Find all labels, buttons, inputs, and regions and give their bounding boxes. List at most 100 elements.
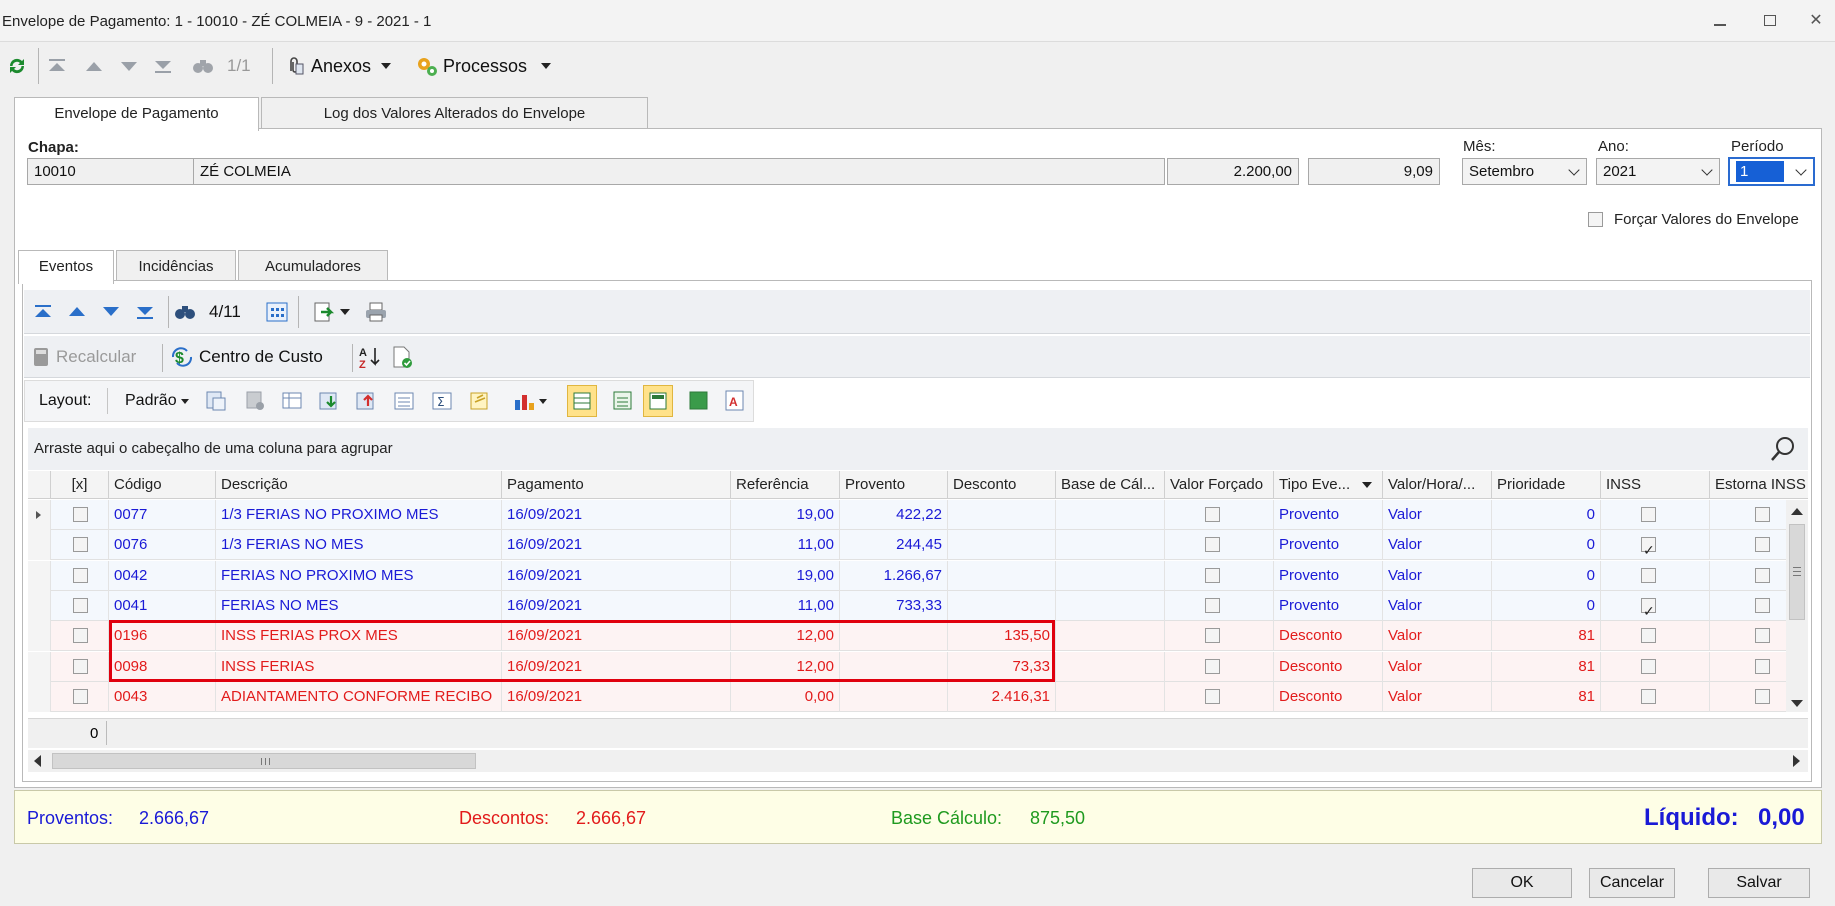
- cell-referencia[interactable]: 12,00: [730, 652, 839, 682]
- column-header-referencia[interactable]: Referência: [730, 471, 839, 499]
- cell-pagamento[interactable]: 16/09/2021: [501, 621, 730, 651]
- inss-checkbox[interactable]: [1641, 659, 1656, 674]
- cell-referencia[interactable]: 19,00: [730, 561, 839, 591]
- scroll-left-icon[interactable]: [34, 755, 41, 767]
- cell-inss[interactable]: [1600, 621, 1709, 651]
- cell-prioridade[interactable]: 0: [1491, 591, 1600, 621]
- cell-tipo[interactable]: Desconto: [1273, 682, 1382, 712]
- cell-forcado[interactable]: [1164, 591, 1273, 621]
- estorna-checkbox[interactable]: [1755, 507, 1770, 522]
- column-header-pagamento[interactable]: Pagamento: [501, 471, 730, 499]
- mes-select[interactable]: Setembro: [1462, 158, 1587, 185]
- estorna-checkbox[interactable]: [1755, 568, 1770, 583]
- inss-checkbox[interactable]: [1641, 596, 1656, 621]
- cell-valor_hora[interactable]: Valor: [1382, 682, 1491, 712]
- layout-select[interactable]: Padrão: [125, 381, 189, 421]
- column-header-desconto[interactable]: Desconto: [947, 471, 1055, 499]
- tab-acumuladores[interactable]: Acumuladores: [238, 250, 388, 283]
- layout-columns-button[interactable]: [281, 381, 303, 421]
- document-check-button[interactable]: [390, 336, 414, 377]
- layout-delete-button[interactable]: [244, 381, 266, 421]
- cell-inss[interactable]: [1600, 530, 1709, 560]
- cell-referencia[interactable]: 19,00: [730, 500, 839, 530]
- cell-valor_hora[interactable]: Valor: [1382, 530, 1491, 560]
- cell-forcado[interactable]: [1164, 652, 1273, 682]
- column-header-select[interactable]: [x]: [50, 471, 108, 499]
- cell-base[interactable]: [1055, 682, 1164, 712]
- cell-valor_hora[interactable]: Valor: [1382, 561, 1491, 591]
- cell-inss[interactable]: [1600, 652, 1709, 682]
- restore-button[interactable]: [1756, 10, 1784, 32]
- cell-provento[interactable]: 1.266,67: [839, 561, 947, 591]
- cell-pagamento[interactable]: 16/09/2021: [501, 530, 730, 560]
- cell-descricao[interactable]: ADIANTAMENTO CONFORME RECIBO: [215, 682, 501, 712]
- column-header-estorna-inss[interactable]: Estorna INSS: [1709, 471, 1808, 499]
- row-select-checkbox[interactable]: [73, 598, 88, 613]
- cell-prioridade[interactable]: 81: [1491, 652, 1600, 682]
- cell-forcado[interactable]: [1164, 621, 1273, 651]
- cell-prioridade[interactable]: 0: [1491, 500, 1600, 530]
- cell-codigo[interactable]: 0042: [108, 561, 215, 591]
- cell-codigo[interactable]: 0076: [108, 530, 215, 560]
- view-list-toggle[interactable]: [613, 381, 633, 421]
- export-button[interactable]: [312, 290, 350, 333]
- row-select-checkbox[interactable]: [73, 507, 88, 522]
- column-header-base-calculo[interactable]: Base de Cál...: [1055, 471, 1164, 499]
- row-select-checkbox[interactable]: [73, 659, 88, 674]
- cell-desconto[interactable]: 73,33: [947, 652, 1055, 682]
- cell-forcado[interactable]: [1164, 530, 1273, 560]
- refresh-button[interactable]: [6, 44, 28, 88]
- cell-prioridade[interactable]: 0: [1491, 561, 1600, 591]
- cell-codigo[interactable]: 0077: [108, 500, 215, 530]
- forcado-checkbox[interactable]: [1205, 537, 1220, 552]
- estorna-checkbox[interactable]: [1755, 659, 1770, 674]
- ano-select[interactable]: 2021: [1596, 158, 1720, 185]
- view-grid-toggle[interactable]: [567, 381, 597, 421]
- previous-record-button[interactable]: [86, 44, 102, 88]
- cell-desconto[interactable]: 2.416,31: [947, 682, 1055, 712]
- periodo-select[interactable]: 1: [1728, 157, 1815, 186]
- previous-event-button[interactable]: [69, 290, 85, 333]
- centro-custo-button[interactable]: $ Centro de Custo: [170, 336, 323, 377]
- layout-save-button[interactable]: [205, 381, 227, 421]
- column-header-valor-forcado[interactable]: Valor Forçado: [1164, 471, 1273, 499]
- salario-field[interactable]: 2.200,00: [1167, 158, 1299, 185]
- tab-incidencias[interactable]: Incidências: [116, 250, 236, 283]
- table-row[interactable]: 0076 1/3 FERIAS NO MES 16/09/2021 11,00 244,…: [28, 530, 1788, 560]
- cell-valor_hora[interactable]: Valor: [1382, 652, 1491, 682]
- row-select-checkbox-cell[interactable]: [50, 621, 108, 651]
- forcar-valores-checkbox[interactable]: [1588, 212, 1603, 227]
- estorna-checkbox[interactable]: [1755, 598, 1770, 613]
- cell-base[interactable]: [1055, 652, 1164, 682]
- column-header-codigo[interactable]: Código: [108, 471, 215, 499]
- table-row[interactable]: 0043 ADIANTAMENTO CONFORME RECIBO 16/09/20…: [28, 682, 1788, 712]
- row-select-checkbox[interactable]: [73, 568, 88, 583]
- cell-tipo[interactable]: Desconto: [1273, 621, 1382, 651]
- column-header-valor-hora[interactable]: Valor/Hora/...: [1382, 471, 1491, 499]
- row-select-checkbox[interactable]: [73, 689, 88, 704]
- cell-tipo[interactable]: Provento: [1273, 530, 1382, 560]
- estorna-checkbox[interactable]: [1755, 628, 1770, 643]
- last-record-button[interactable]: [154, 44, 172, 88]
- last-event-button[interactable]: [136, 290, 154, 333]
- cell-provento[interactable]: [839, 682, 947, 712]
- cell-pagamento[interactable]: 16/09/2021: [501, 682, 730, 712]
- table-row[interactable]: 0077 1/3 FERIAS NO PROXIMO MES 16/09/2021 1…: [28, 500, 1788, 530]
- view-detail-toggle[interactable]: [689, 381, 709, 421]
- table-row[interactable]: 0098 INSS FERIAS 16/09/2021 12,00 73,33 Desco…: [28, 652, 1788, 682]
- cell-descricao[interactable]: INSS FERIAS PROX MES: [215, 621, 501, 651]
- cell-provento[interactable]: 244,45: [839, 530, 947, 560]
- processos-menu[interactable]: Processos: [415, 44, 552, 88]
- summary-button[interactable]: Σ: [431, 381, 453, 421]
- first-record-button[interactable]: [48, 44, 66, 88]
- grid-view-button[interactable]: [266, 290, 288, 333]
- cell-provento[interactable]: 733,33: [839, 591, 947, 621]
- valor-hora-field[interactable]: 9,09: [1308, 158, 1440, 185]
- pdf-button[interactable]: A: [725, 381, 745, 421]
- table-row[interactable]: 0042 FERIAS NO PROXIMO MES 16/09/2021 19,00…: [28, 561, 1788, 591]
- cell-descricao[interactable]: INSS FERIAS: [215, 652, 501, 682]
- cell-valor_hora[interactable]: Valor: [1382, 591, 1491, 621]
- cell-referencia[interactable]: 11,00: [730, 591, 839, 621]
- cell-pagamento[interactable]: 16/09/2021: [501, 591, 730, 621]
- tab-envelope-pagamento[interactable]: Envelope de Pagamento: [14, 97, 259, 131]
